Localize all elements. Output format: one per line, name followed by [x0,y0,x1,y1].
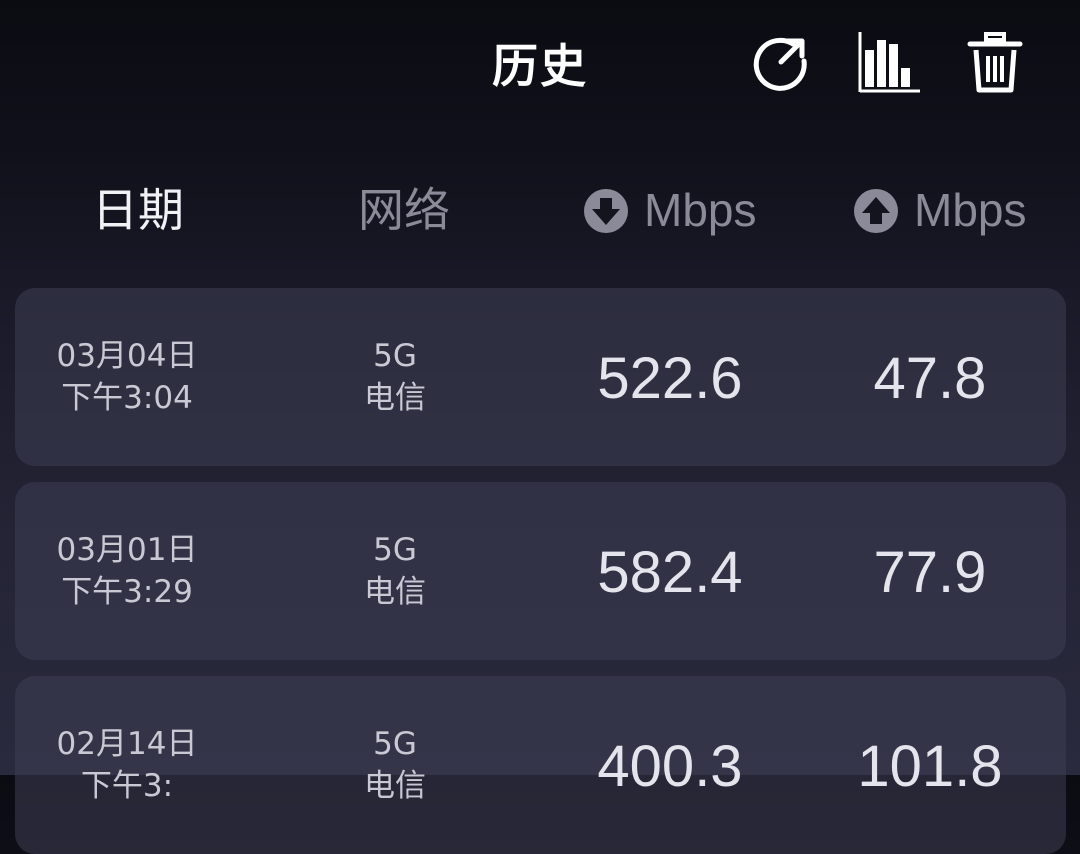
bar-chart-icon[interactable] [856,30,922,96]
trash-icon[interactable] [962,30,1028,96]
top-bar: 历史 [0,0,1080,125]
row-network: 5G 电信 [315,335,475,419]
row-time: 下午3: [80,768,174,804]
row-time: 下午3:04 [61,380,193,416]
row-carrier: 电信 [364,380,426,416]
row-date: 03月01日 [56,532,198,568]
row-carrier: 电信 [364,574,426,610]
row-datetime: 02月14日 下午3: [15,723,239,807]
history-row[interactable]: 02月14日 下午3: 5G 电信 400.3 101.8 [15,676,1066,854]
row-upload-speed: 47.8 [873,346,987,411]
row-upload-speed: 77.9 [873,540,987,605]
row-network-type: 5G [373,532,417,568]
column-header-network[interactable]: 网络 [358,180,450,240]
refresh-icon[interactable] [747,30,813,96]
row-datetime: 03月04日 下午3:04 [15,335,239,419]
row-download-speed: 400.3 [597,734,743,799]
history-row[interactable]: 03月01日 下午3:29 5G 电信 582.4 77.9 [15,482,1066,660]
upload-unit-label: Mbps [914,184,1027,236]
history-row[interactable]: 03月04日 下午3:04 5G 电信 522.6 47.8 [15,288,1066,466]
row-date: 02月14日 [56,726,198,762]
upload-arrow-circle-icon [854,188,898,233]
row-carrier: 电信 [364,768,426,804]
row-network-type: 5G [373,338,417,374]
row-network: 5G 电信 [315,723,475,807]
row-upload-speed: 101.8 [857,734,1003,799]
row-download-speed: 522.6 [597,346,743,411]
column-header-download[interactable]: Mbps [584,180,756,240]
row-network-type: 5G [373,726,417,762]
row-datetime: 03月01日 下午3:29 [15,529,239,613]
download-unit-label: Mbps [644,184,757,236]
row-download-speed: 582.4 [597,540,743,605]
row-network: 5G 电信 [315,529,475,613]
row-time: 下午3:29 [61,574,193,610]
column-header-upload[interactable]: Mbps [854,180,1026,240]
download-arrow-circle-icon [584,188,628,233]
row-date: 03月04日 [56,338,198,374]
column-headers: 日期 网络 Mbps Mbps [0,170,1080,250]
column-header-date[interactable]: 日期 [92,180,184,240]
